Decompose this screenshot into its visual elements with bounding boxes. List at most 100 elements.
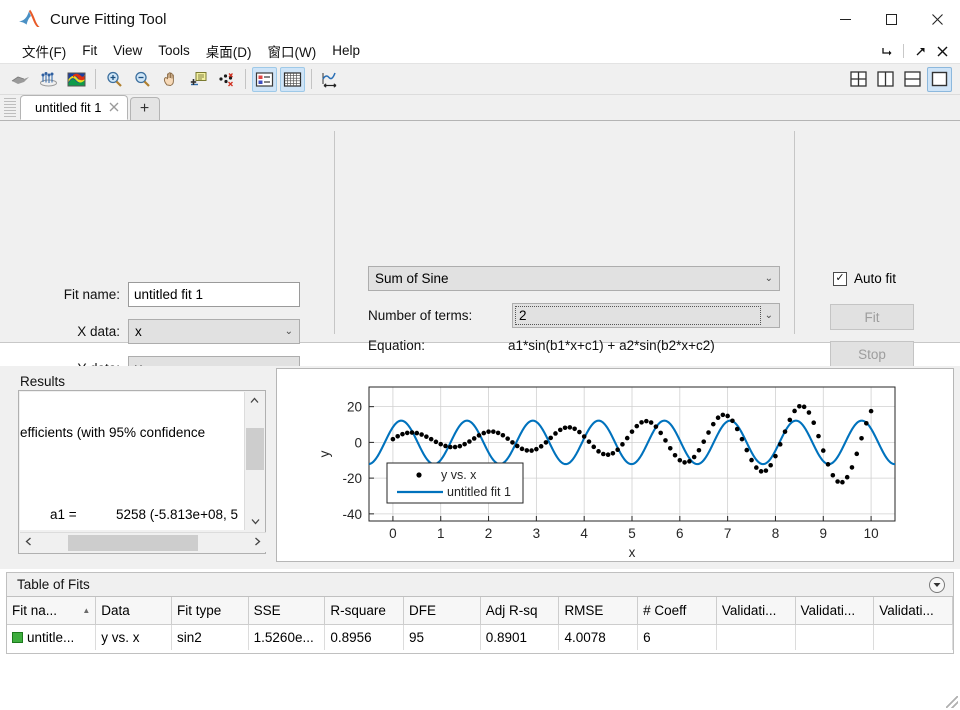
colormap-surface-icon[interactable] (64, 67, 89, 92)
surface-fit-icon[interactable] (8, 67, 33, 92)
add-fit-tab-button[interactable]: + (129, 97, 160, 120)
svg-text:9: 9 (820, 526, 828, 541)
col-fit-type[interactable]: Fit type (171, 597, 249, 625)
checkbox-box: ✓ (833, 271, 847, 286)
svg-text:0: 0 (389, 526, 397, 541)
number-of-terms-dropdown[interactable]: 2 ⌄ (512, 303, 780, 328)
col-adj-r-sq[interactable]: Adj R-sq (480, 597, 560, 625)
toolbar-separator-3 (311, 69, 312, 89)
axes-limits-icon[interactable] (318, 67, 343, 92)
layout-quad-icon[interactable] (846, 67, 871, 92)
x-data-dropdown[interactable]: x ⌄ (128, 319, 300, 344)
table-row[interactable]: untitle... y vs. x sin2 1.5260e... 0.895… (7, 624, 953, 650)
close-button[interactable] (914, 0, 960, 38)
menu-file[interactable]: 文件(F) (14, 39, 74, 63)
layout-vertical-split-icon[interactable] (873, 67, 898, 92)
tab-strip-grip[interactable] (4, 97, 16, 118)
svg-text:0: 0 (354, 435, 362, 450)
minimize-button[interactable] (822, 0, 868, 38)
svg-text:untitled fit 1: untitled fit 1 (447, 485, 511, 499)
window-resize-grip[interactable] (946, 696, 958, 708)
scroll-up-icon[interactable] (245, 392, 264, 409)
fit-type-value: Sum of Sine (375, 271, 449, 286)
dock-arrow-icon[interactable] (877, 40, 897, 62)
toolbar (0, 64, 960, 95)
menu-window[interactable]: 窗口(W) (260, 39, 325, 63)
grid-toggle-icon[interactable] (280, 66, 305, 92)
col-r-square[interactable]: R-square (324, 597, 405, 625)
y-axis-label: y (317, 450, 332, 457)
focus-outline (515, 306, 761, 325)
scroll-left-icon[interactable] (20, 537, 37, 549)
col-sse[interactable]: SSE (248, 597, 326, 625)
plot-panel[interactable]: -40 -20 0 20 0 1 2 3 4 5 6 7 8 9 10 y x y vs. x untitl… (276, 368, 954, 562)
fit-name-label: Fit name: (63, 287, 120, 302)
menu-desktop[interactable]: 桌面(D) (198, 39, 260, 63)
zoom-out-icon[interactable] (130, 67, 155, 92)
scroll-down-icon[interactable] (245, 513, 265, 530)
data-cursor-icon[interactable] (186, 67, 211, 92)
cell-num-coeff: 6 (637, 624, 717, 650)
results-lines: efficients (with 95% confidence a1 = 5258… (20, 392, 238, 530)
svg-text:8: 8 (772, 526, 780, 541)
fit-type-dropdown[interactable]: Sum of Sine ⌄ (368, 266, 780, 291)
results-vertical-scrollbar[interactable] (244, 392, 264, 530)
cell-r-square: 0.8956 (324, 624, 405, 650)
panel-divider-right (794, 131, 795, 334)
x-data-label: X data: (77, 324, 120, 339)
menu-tools[interactable]: Tools (150, 41, 198, 60)
zoom-in-icon[interactable] (102, 67, 127, 92)
contour-plot-icon[interactable] (36, 67, 61, 92)
menu-bar: 文件(F) Fit View Tools 桌面(D) 窗口(W) Help (0, 38, 960, 64)
fit-button[interactable]: Fit (830, 304, 914, 330)
col-validation-2[interactable]: Validati... (795, 597, 875, 625)
tab-strip: untitled fit 1 + (0, 95, 960, 121)
layout-horizontal-split-icon[interactable] (900, 67, 925, 92)
legend-toggle-icon[interactable] (252, 66, 277, 92)
menu-fit[interactable]: Fit (74, 41, 105, 60)
fits-table: Fit na... ▲ Data Fit type SSE R-square D… (7, 597, 953, 650)
cell-adj-r-sq: 0.8901 (480, 624, 560, 650)
svg-text:1: 1 (437, 526, 445, 541)
collapse-panel-icon[interactable] (929, 577, 945, 593)
layout-single-icon[interactable] (927, 66, 952, 92)
results-horizontal-scrollbar[interactable] (20, 532, 266, 552)
scrollbar-thumb[interactable] (246, 428, 264, 470)
col-validation-3[interactable]: Validati... (873, 597, 953, 625)
menu-view[interactable]: View (105, 41, 150, 60)
scrollbar-thumb[interactable] (68, 535, 198, 551)
chevron-down-icon: ⌄ (764, 310, 773, 321)
table-of-fits[interactable]: Fit na... ▲ Data Fit type SSE R-square D… (6, 596, 954, 654)
menu-separator (903, 44, 904, 58)
maximize-button[interactable] (868, 0, 914, 38)
tab-untitled-fit-1[interactable]: untitled fit 1 (20, 95, 128, 120)
stop-button[interactable]: Stop (830, 341, 914, 367)
title-bar: Curve Fitting Tool (0, 0, 960, 38)
coefficient-value: 5258 (115, 507, 147, 522)
undock-arrow-icon[interactable] (910, 40, 930, 62)
pan-icon[interactable] (158, 67, 183, 92)
col-num-coeff[interactable]: # Coeff (637, 597, 717, 625)
menu-help[interactable]: Help (324, 41, 368, 60)
col-fit-name[interactable]: Fit na... ▲ (7, 597, 97, 625)
fit-plot[interactable]: -40 -20 0 20 0 1 2 3 4 5 6 7 8 9 10 y x y vs. x untitl… (277, 369, 953, 561)
matlab-logo-icon (18, 9, 40, 29)
exclude-outliers-icon[interactable] (214, 67, 239, 92)
col-validation-1[interactable]: Validati... (716, 597, 796, 625)
number-of-terms-value: 2 (519, 308, 527, 323)
fit-name-text: untitle... (27, 629, 75, 645)
cell-fit-name: untitle... (7, 624, 97, 650)
table-of-fits-title: Table of Fits (17, 577, 90, 592)
cell-validation-2 (795, 624, 875, 650)
auto-fit-checkbox[interactable]: ✓ Auto fit (833, 271, 896, 286)
panel-close-icon[interactable] (932, 40, 952, 62)
svg-text:-40: -40 (342, 507, 362, 522)
col-rmse[interactable]: RMSE (558, 597, 639, 625)
tab-close-icon[interactable] (109, 101, 119, 115)
svg-text:2: 2 (485, 526, 493, 541)
col-dfe[interactable]: DFE (403, 597, 481, 625)
results-text-area[interactable]: efficients (with 95% confidence a1 = 5258… (20, 392, 246, 530)
col-data[interactable]: Data (95, 597, 172, 625)
scroll-right-icon[interactable] (249, 537, 266, 549)
fit-name-input[interactable]: untitled fit 1 (128, 282, 300, 307)
